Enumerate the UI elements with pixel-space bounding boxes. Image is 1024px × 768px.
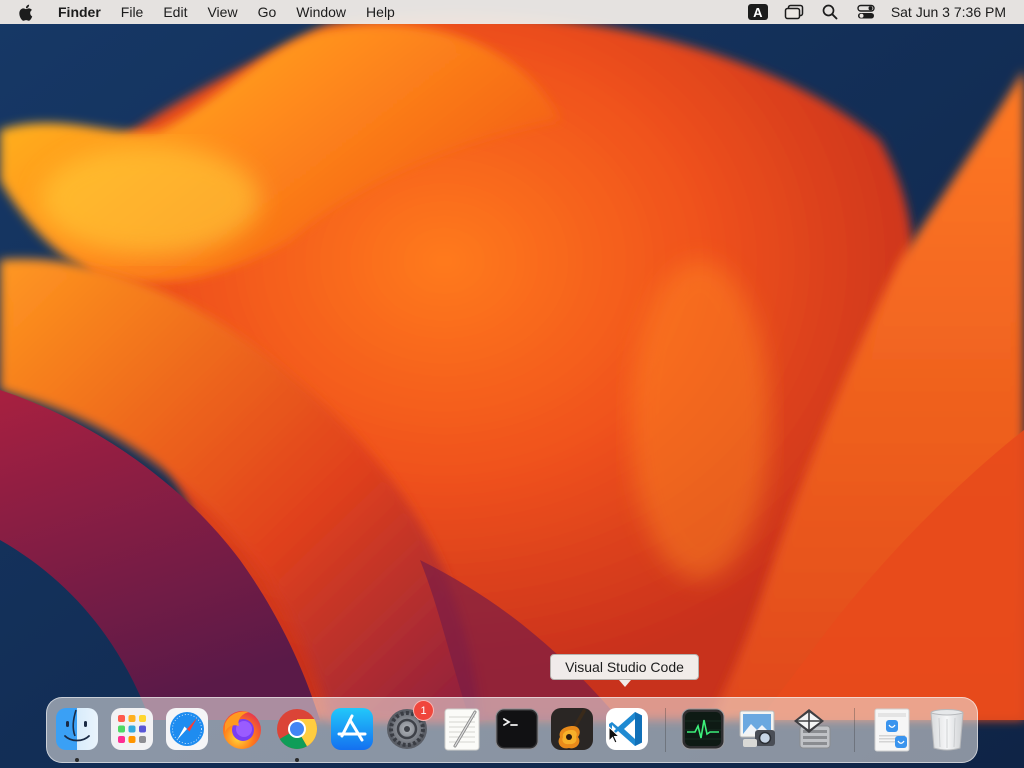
input-source-label: A <box>747 4 768 20</box>
menu-file[interactable]: File <box>111 0 154 24</box>
preview-icon <box>739 710 775 747</box>
mouse-cursor-icon <box>608 726 620 744</box>
menu-window[interactable]: Window <box>286 0 356 24</box>
running-indicator-finder <box>75 758 79 762</box>
dock-app-firefox[interactable] <box>219 706 265 752</box>
chrome-icon <box>277 709 317 749</box>
spotlight-icon[interactable] <box>819 3 841 21</box>
menu-view[interactable]: View <box>197 0 247 24</box>
menu-go[interactable]: Go <box>248 0 287 24</box>
dock-app-preview[interactable] <box>735 706 781 752</box>
tooltip-arrow <box>619 680 631 687</box>
control-center-icon[interactable] <box>855 3 877 21</box>
dock-app-system-settings[interactable]: 1 <box>384 700 434 752</box>
dock-app-garageband[interactable] <box>549 706 595 752</box>
safari-icon <box>166 708 208 750</box>
menu-bar-status-area: A Sat Jun 3 7:36 PM <box>733 0 1006 24</box>
dock-stack-downloads[interactable] <box>869 706 915 752</box>
dock-app-safari[interactable] <box>164 706 210 752</box>
downloads-stack-icon <box>874 708 910 752</box>
menu-bar-clock[interactable]: Sat Jun 3 7:36 PM <box>891 4 1006 20</box>
launchpad-icon <box>111 708 153 750</box>
running-indicator-chrome <box>295 758 299 762</box>
dock-separator <box>854 708 855 752</box>
dock-app-boot-camp-assistant[interactable] <box>790 706 836 752</box>
garageband-icon <box>551 708 593 750</box>
boot-camp-icon <box>794 709 831 749</box>
menu-edit[interactable]: Edit <box>153 0 197 24</box>
desktop-wallpaper <box>0 0 1024 768</box>
dock-tooltip: Visual Studio Code <box>550 654 699 680</box>
app-store-icon <box>331 708 373 750</box>
dock-app-launchpad[interactable] <box>109 706 155 752</box>
menu-help[interactable]: Help <box>356 0 405 24</box>
display-mirror-icon[interactable] <box>783 3 805 21</box>
textedit-icon <box>444 708 480 751</box>
dock-app-app-store[interactable] <box>329 706 375 752</box>
trash-icon <box>930 709 964 751</box>
finder-icon <box>56 708 98 750</box>
dock-app-activity-monitor[interactable] <box>680 706 726 752</box>
dock-app-textedit[interactable] <box>439 706 485 752</box>
input-source-icon[interactable]: A <box>747 3 769 21</box>
activity-monitor-icon <box>681 708 725 750</box>
dock-app-finder[interactable] <box>54 706 100 752</box>
dock: 1 <box>46 697 978 763</box>
dock-separator <box>665 708 666 752</box>
dock-app-terminal[interactable] <box>494 706 540 752</box>
terminal-icon <box>495 708 539 750</box>
menu-bar: Finder File Edit View Go Window Help A S… <box>0 0 1024 24</box>
dock-app-chrome[interactable] <box>274 706 320 752</box>
dock-trash[interactable] <box>924 706 970 752</box>
notification-badge: 1 <box>413 700 434 721</box>
menu-app-name[interactable]: Finder <box>48 0 111 24</box>
apple-logo-icon[interactable] <box>18 3 34 21</box>
firefox-icon <box>223 711 261 749</box>
